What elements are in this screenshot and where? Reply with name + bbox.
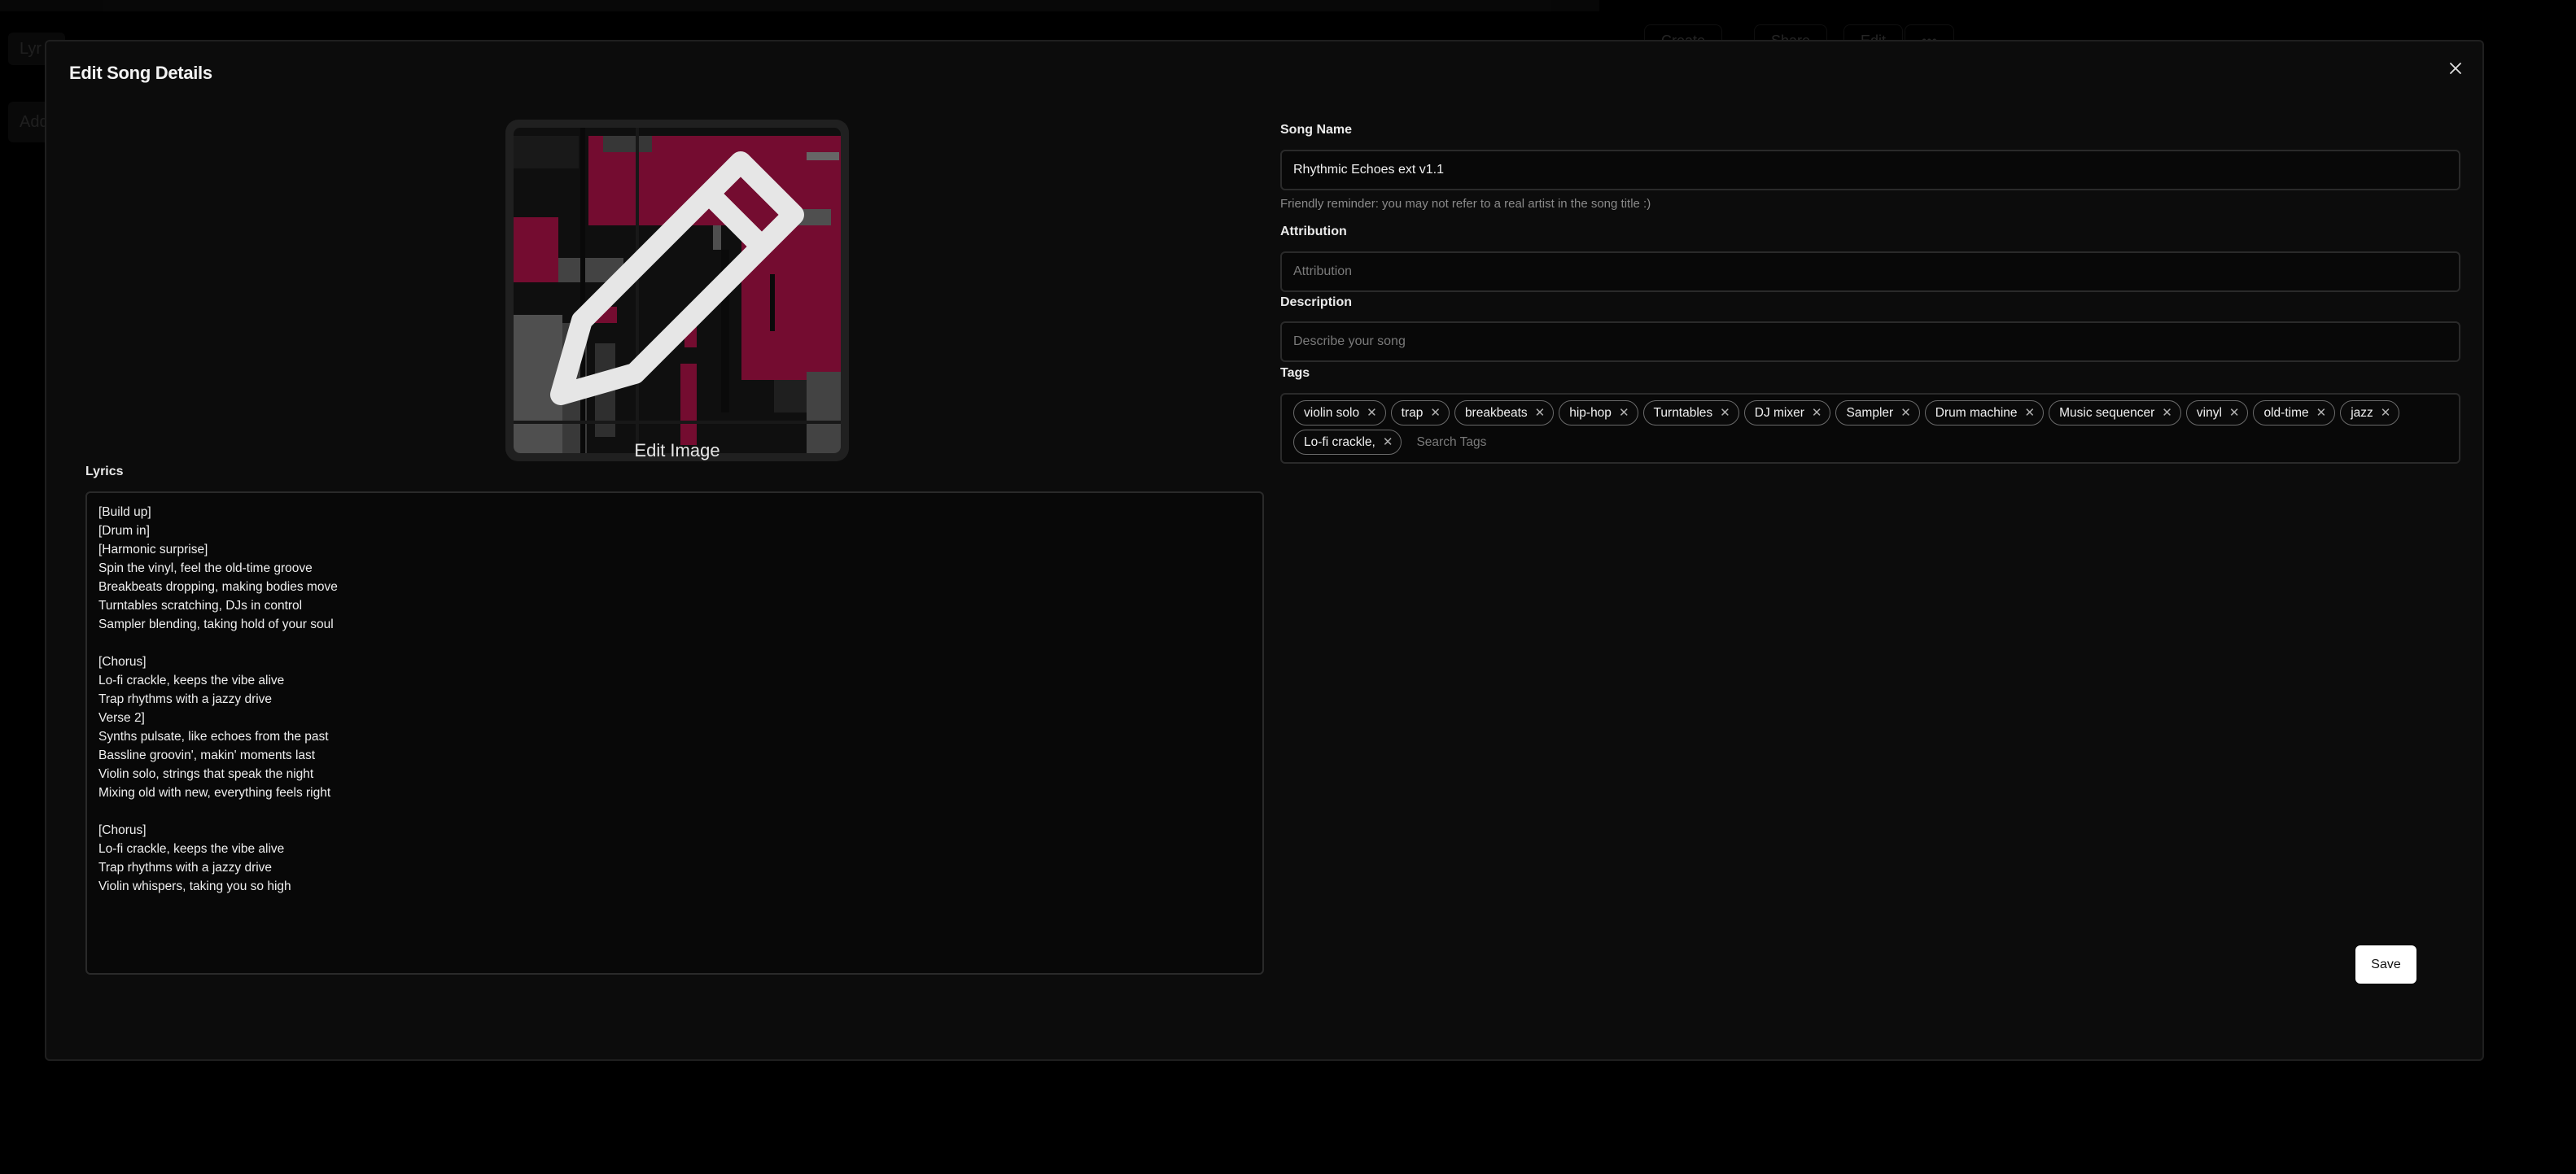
tag-chip: hip-hop ✕ xyxy=(1559,400,1638,426)
edit-song-modal: Edit Song Details Edit Image Lyrics [Bui… xyxy=(45,40,2484,1061)
remove-tag-icon[interactable]: ✕ xyxy=(2316,407,2327,419)
remove-tag-icon[interactable]: ✕ xyxy=(1535,407,1546,419)
song-name-hint: Friendly reminder: you may not refer to … xyxy=(1280,197,1651,211)
attribution-input[interactable]: Attribution xyxy=(1280,251,2460,292)
tag-label: violin solo xyxy=(1304,405,1360,420)
tags-input[interactable]: violin solo ✕ trap ✕ breakbeats ✕ hip-hop ✕ … xyxy=(1280,393,2460,464)
tag-chip: vinyl ✕ xyxy=(2185,400,2249,426)
remove-tag-icon[interactable]: ✕ xyxy=(1720,407,1730,419)
tag-label: breakbeats xyxy=(1464,405,1528,420)
tag-label: trap xyxy=(1401,405,1424,420)
lyrics-textarea[interactable]: [Build up] [Drum in] [Harmonic surprise]… xyxy=(85,491,1264,975)
remove-tag-icon[interactable]: ✕ xyxy=(1430,407,1441,419)
remove-tag-icon[interactable]: ✕ xyxy=(2381,407,2391,419)
attribution-label: Attribution xyxy=(1280,225,1347,238)
remove-tag-icon[interactable]: ✕ xyxy=(1812,407,1822,419)
tag-label: vinyl xyxy=(2196,405,2222,420)
background-topbar xyxy=(0,0,1599,11)
tag-chip: jazz ✕ xyxy=(2340,400,2400,426)
tag-chip: old-time ✕ xyxy=(2253,400,2336,426)
tag-label: DJ mixer xyxy=(1754,405,1804,420)
edit-image-overlay[interactable]: Edit Image xyxy=(505,120,849,461)
tag-chip: Sampler ✕ xyxy=(1835,400,1920,426)
close-button[interactable] xyxy=(2443,56,2468,81)
tag-chip: DJ mixer ✕ xyxy=(1743,400,1831,426)
tag-chip: Turntables ✕ xyxy=(1642,400,1739,426)
remove-tag-icon[interactable]: ✕ xyxy=(1900,407,1911,419)
tag-label: jazz xyxy=(2351,405,2373,420)
close-icon xyxy=(2450,63,2461,74)
tag-chip: trap ✕ xyxy=(1390,400,1450,426)
tag-chip: violin solo ✕ xyxy=(1293,400,1386,426)
save-button[interactable]: Save xyxy=(2355,945,2416,984)
tag-label: Sampler xyxy=(1846,405,1894,420)
tag-label: Drum machine xyxy=(1935,405,2018,420)
remove-tag-icon[interactable]: ✕ xyxy=(2229,407,2240,419)
tag-label: Turntables xyxy=(1653,405,1713,420)
modal-title: Edit Song Details xyxy=(69,63,212,83)
song-name-input[interactable]: Rhythmic Echoes ext v1.1 xyxy=(1280,150,2460,190)
tag-label: hip-hop xyxy=(1569,405,1612,420)
pencil-icon xyxy=(550,151,804,405)
remove-tag-icon[interactable]: ✕ xyxy=(1367,407,1377,419)
background-sidebar-label: Add xyxy=(20,113,49,131)
tag-label: old-time xyxy=(2263,405,2309,420)
song-name-label: Song Name xyxy=(1280,123,1353,137)
description-input[interactable]: Describe your song xyxy=(1280,321,2460,362)
lyrics-label: Lyrics xyxy=(85,465,124,478)
remove-tag-icon[interactable]: ✕ xyxy=(1619,407,1629,419)
remove-tag-icon[interactable]: ✕ xyxy=(1383,436,1393,448)
cover-image[interactable]: Edit Image xyxy=(505,120,849,461)
remove-tag-icon[interactable]: ✕ xyxy=(2162,407,2172,419)
description-label: Description xyxy=(1280,295,1353,309)
tags-label: Tags xyxy=(1280,366,1310,380)
tag-chip: breakbeats ✕ xyxy=(1454,400,1555,426)
tag-chip: Music sequencer ✕ xyxy=(2049,400,2181,426)
tag-chip: Lo-fi crackle, ✕ xyxy=(1293,430,1402,455)
edit-image-label: Edit Image xyxy=(634,440,720,460)
background-sidebar-label: Lyr xyxy=(20,40,42,58)
tag-chip: Drum machine ✕ xyxy=(1924,400,2045,426)
tag-search-input[interactable]: Search Tags xyxy=(1406,430,1486,455)
remove-tag-icon[interactable]: ✕ xyxy=(2025,407,2036,419)
tag-label: Lo-fi crackle, xyxy=(1304,434,1375,449)
tag-label: Music sequencer xyxy=(2059,405,2155,420)
